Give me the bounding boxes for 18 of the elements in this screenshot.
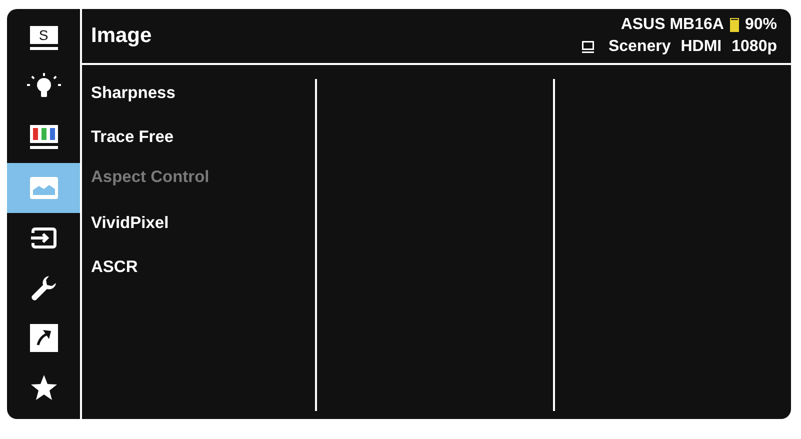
status-text: 1080p bbox=[732, 38, 777, 56]
battery-icon bbox=[730, 18, 739, 32]
page-title: Image bbox=[91, 24, 152, 48]
model-name: ASUS MB16A bbox=[620, 16, 724, 34]
menu-item[interactable]: Sharpness bbox=[91, 82, 315, 104]
status-text: Scenery bbox=[608, 38, 671, 56]
menu-item[interactable]: ASCR bbox=[91, 256, 315, 278]
sidebar-item[interactable]: S bbox=[7, 13, 80, 63]
status-text: HDMI bbox=[680, 38, 722, 56]
input-icon bbox=[30, 227, 58, 249]
battery-reading: 90% bbox=[744, 16, 777, 34]
color-bars-icon bbox=[30, 125, 58, 151]
wrench-icon bbox=[30, 274, 58, 302]
menu-item[interactable]: VividPixel bbox=[91, 212, 315, 234]
menu-item[interactable]: Trace Free bbox=[91, 126, 315, 148]
landscape-icon bbox=[30, 177, 58, 199]
monitor-icon bbox=[582, 41, 594, 53]
star-icon bbox=[30, 374, 58, 402]
